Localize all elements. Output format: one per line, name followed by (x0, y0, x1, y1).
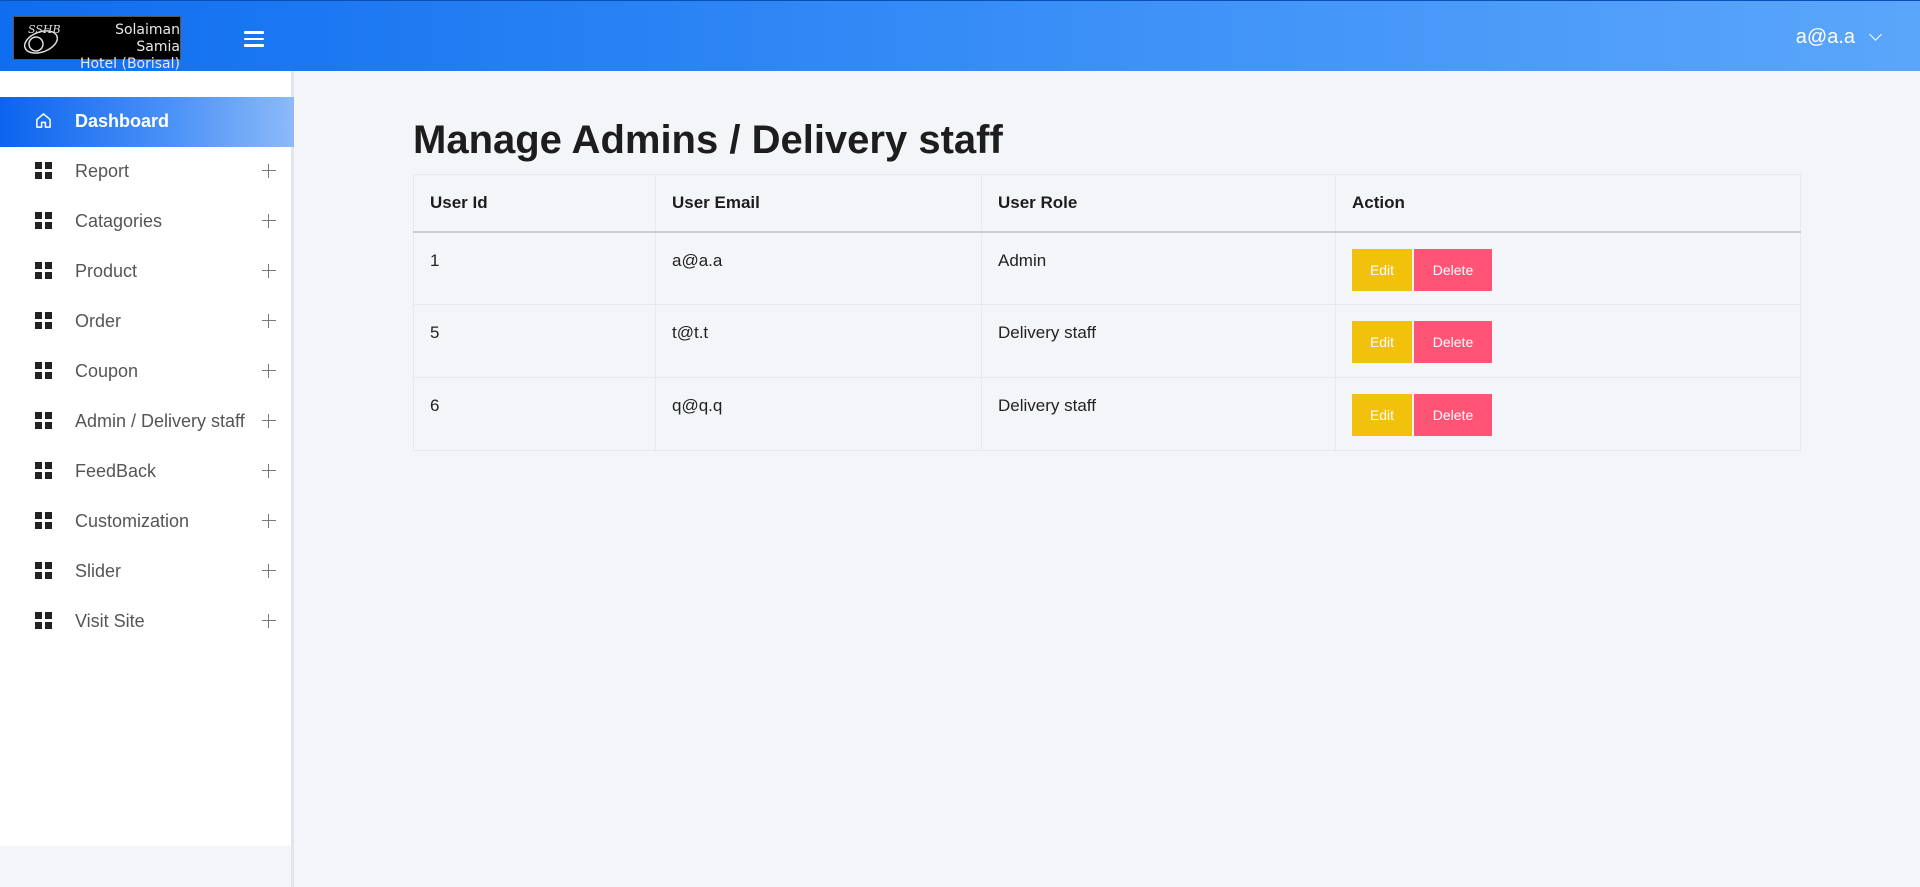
sidebar-item-report[interactable]: Report (0, 147, 294, 197)
grid-icon (35, 212, 52, 229)
sidebar-nav: Dashboard Report Catagories Product Orde… (0, 97, 294, 647)
table-row: 5 t@t.t Delivery staff Edit Delete (413, 304, 1801, 378)
grid-icon (35, 562, 52, 579)
cell-user-email: a@a.a (655, 231, 982, 305)
sidebar-item-label: FeedBack (75, 461, 157, 481)
sidebar-item-admin-delivery-staff[interactable]: Admin / Delivery staff (0, 397, 294, 447)
table-header-row: User Id User Email User Role Action (413, 174, 1801, 233)
sidebar-item-slider[interactable]: Slider (0, 547, 294, 597)
sidebar-item-label: Slider (75, 561, 122, 581)
delete-button[interactable]: Delete (1414, 394, 1492, 436)
grid-icon (35, 362, 52, 379)
sidebar-item-label: Visit Site (75, 611, 145, 631)
svg-text:SSHB: SSHB (28, 23, 61, 36)
sidebar-item-label: Customization (75, 511, 190, 531)
logo-line1: Solaiman Samia (115, 22, 180, 55)
menu-toggle-icon[interactable] (244, 31, 264, 47)
plus-icon[interactable] (262, 364, 276, 378)
plus-icon[interactable] (262, 314, 276, 328)
cell-actions: Edit Delete (1335, 377, 1801, 451)
cell-user-role: Delivery staff (981, 304, 1336, 378)
delete-button[interactable]: Delete (1414, 248, 1492, 291)
delete-button[interactable]: Delete (1414, 321, 1492, 363)
sidebar-footer (0, 846, 294, 887)
grid-icon (35, 262, 52, 279)
cell-user-id: 5 (413, 304, 656, 378)
column-header-action: Action (1335, 174, 1801, 233)
plus-icon[interactable] (262, 214, 276, 228)
logo-emblem-icon: SSHB (23, 23, 61, 54)
sidebar-item-catagories[interactable]: Catagories (0, 197, 294, 247)
sidebar-item-label: Order (75, 311, 122, 331)
sidebar-item-label: Admin / Delivery staff (75, 411, 245, 431)
column-header-user-role: User Role (981, 174, 1336, 233)
sidebar-item-label: Dashboard (75, 111, 170, 131)
sidebar-item-label: Report (75, 161, 130, 181)
sidebar-item-visit-site[interactable]: Visit Site (0, 597, 294, 647)
table-row: 6 q@q.q Delivery staff Edit Delete (413, 377, 1801, 451)
plus-icon[interactable] (262, 564, 276, 578)
sidebar-item-coupon[interactable]: Coupon (0, 347, 294, 397)
sidebar-item-feedback[interactable]: FeedBack (0, 447, 294, 497)
user-menu[interactable]: a@a.a (1795, 26, 1882, 49)
edit-button[interactable]: Edit (1352, 321, 1412, 363)
grid-icon (35, 512, 52, 529)
grid-icon (35, 612, 52, 629)
sidebar: Dashboard Report Catagories Product Orde… (0, 71, 294, 846)
cell-user-email: t@t.t (655, 304, 982, 378)
page-title: Manage Admins / Delivery staff (413, 118, 1003, 162)
column-header-user-id: User Id (413, 174, 656, 233)
plus-icon[interactable] (262, 514, 276, 528)
user-email: a@a.a (1795, 26, 1855, 48)
sidebar-item-product[interactable]: Product (0, 247, 294, 297)
chevron-down-icon (1869, 28, 1882, 41)
cell-user-role: Admin (981, 231, 1336, 305)
plus-icon[interactable] (262, 614, 276, 628)
grid-icon (35, 462, 52, 479)
home-icon (36, 113, 51, 128)
column-header-user-email: User Email (655, 174, 982, 233)
edit-button[interactable]: Edit (1352, 248, 1412, 291)
grid-icon (35, 312, 52, 329)
edit-button[interactable]: Edit (1352, 394, 1412, 436)
sidebar-item-customization[interactable]: Customization (0, 497, 294, 547)
cell-user-role: Delivery staff (981, 377, 1336, 451)
cell-user-email: q@q.q (655, 377, 982, 451)
plus-icon[interactable] (262, 464, 276, 478)
cell-user-id: 6 (413, 377, 656, 451)
users-table: User Id User Email User Role Action 1 a@… (413, 174, 1801, 451)
table-row: 1 a@a.a Admin Edit Delete (413, 231, 1801, 305)
hotel-logo[interactable]: SSHB Solaiman Samia Hotel (Borisal) (13, 16, 181, 72)
sidebar-item-label: Catagories (75, 211, 163, 231)
cell-actions: Edit Delete (1335, 304, 1801, 378)
plus-icon[interactable] (262, 414, 276, 428)
cell-user-id: 1 (413, 231, 656, 305)
sidebar-item-label: Coupon (75, 361, 139, 381)
sidebar-item-order[interactable]: Order (0, 297, 294, 347)
plus-icon[interactable] (262, 164, 276, 178)
plus-icon[interactable] (262, 264, 276, 278)
logo-text: Solaiman Samia Hotel (Borisal) (72, 22, 180, 73)
grid-icon (35, 162, 52, 179)
sidebar-item-dashboard[interactable]: Dashboard (0, 97, 294, 147)
sidebar-item-label: Product (75, 261, 138, 281)
grid-icon (35, 412, 52, 429)
cell-actions: Edit Delete (1335, 231, 1801, 305)
top-bar: SSHB Solaiman Samia Hotel (Borisal) a@a.… (0, 0, 1920, 72)
